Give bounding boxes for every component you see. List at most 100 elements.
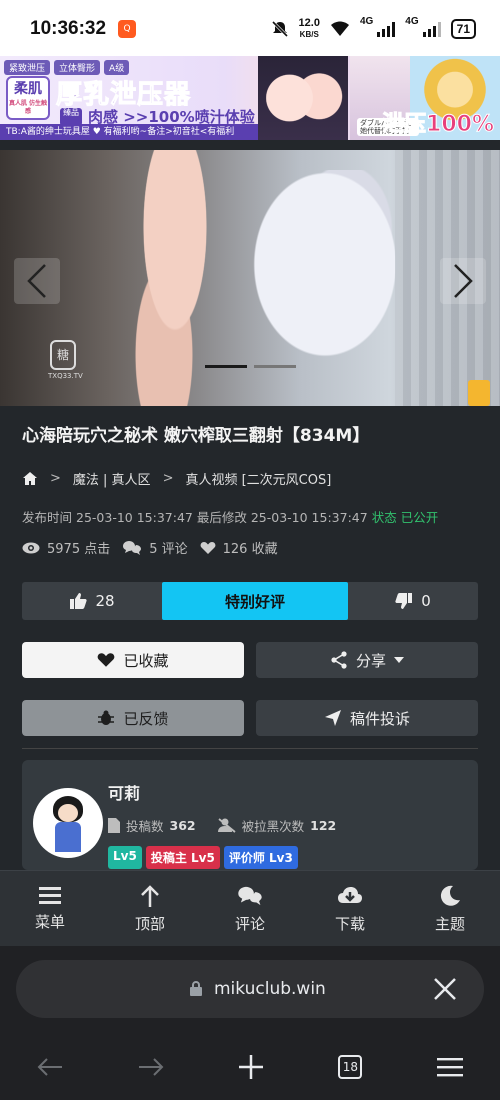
ad-badge: 臻品 xyxy=(60,107,82,126)
feedback-button-label: 已反馈 xyxy=(123,709,169,728)
divider xyxy=(22,748,478,749)
author-card: 可莉 投稿数 362 被拉黑次数 122 Lv5 投稿主 Lv5 评价师 Lv3 xyxy=(22,760,478,870)
caret-down-icon xyxy=(394,657,404,663)
author-stats: 投稿数 362 被拉黑次数 122 xyxy=(108,816,336,835)
lock-icon[interactable] xyxy=(190,981,202,996)
ad-image xyxy=(258,56,348,140)
app-notification-icon: Q xyxy=(118,20,136,38)
rating-label: 特别好评 xyxy=(162,582,348,620)
corner-logo xyxy=(468,380,490,406)
feedback-button[interactable]: 已反馈 xyxy=(22,700,244,736)
level-badge: Lv5 xyxy=(108,846,142,869)
media-carousel[interactable] xyxy=(0,150,500,406)
ad-banner[interactable]: 紧致泄压 立体臀形 A级 柔肌 真人肌 仿生触感 厚乳泄压器 臻品 肉感 >>10… xyxy=(0,56,500,140)
breadcrumb: > 魔法 | 真人区 > 真人视频 [二次元风COS] xyxy=(22,469,331,488)
post-meta: 发布时间 25-03-10 15:37:47 最后修改 25-03-10 15:… xyxy=(22,507,438,526)
tab-count-button[interactable]: 18 xyxy=(338,1055,363,1079)
report-button-label: 稿件投诉 xyxy=(349,709,410,728)
report-button[interactable]: 稿件投诉 xyxy=(256,700,478,736)
comments-count: 5 评论 xyxy=(149,542,188,557)
moon-icon xyxy=(440,885,460,906)
browser-nav: 18 xyxy=(0,1042,500,1092)
status-label: 状态 xyxy=(371,510,397,525)
file-icon xyxy=(108,818,120,833)
heart-icon xyxy=(98,653,115,667)
poster-badge: 投稿主 Lv5 xyxy=(145,846,220,869)
thumbs-up-icon xyxy=(70,593,88,609)
network-speed: 12.0 KB/S xyxy=(298,17,320,40)
nav-label: 主题 xyxy=(434,915,465,933)
url-text[interactable]: mikuclub.win xyxy=(214,979,326,999)
hamburger-menu-icon[interactable] xyxy=(436,1057,463,1077)
nav-label: 顶部 xyxy=(134,915,165,933)
share-button[interactable]: 分享 xyxy=(256,642,478,678)
reviewer-badge: 评价师 Lv3 xyxy=(223,846,298,869)
blocked-label: 被拉黑次数 xyxy=(241,819,305,834)
address-bar[interactable]: mikuclub.win xyxy=(16,960,484,1018)
thumbs-down-icon xyxy=(395,593,413,609)
posts-label: 投稿数 xyxy=(126,819,164,834)
ad-shop-line: TB:A酱的绅士玩具屋 ♥ 有福利哟~备注>初音社<有福利 xyxy=(0,124,260,140)
bug-icon xyxy=(98,710,115,725)
ad-soft-label: 柔肌 真人肌 仿生触感 xyxy=(6,76,50,120)
network-type-2: 4G xyxy=(405,16,419,27)
modified-label: 最后修改 xyxy=(196,510,247,525)
dislike-button[interactable]: 0 xyxy=(348,582,478,620)
carousel-prev-button[interactable] xyxy=(14,258,60,304)
nav-top[interactable]: 顶部 xyxy=(100,871,200,946)
status-bar: 10:36:32 Q 12.0 KB/S 4G 4G 71 xyxy=(0,0,500,56)
watermark-logo: 糖 xyxy=(50,340,76,370)
arrow-up-icon xyxy=(141,885,159,907)
breadcrumb-link-category[interactable]: 魔法 | 真人区 xyxy=(73,469,151,488)
watermark-text: TXQ33.TV xyxy=(48,372,83,380)
favorites-count: 126 收藏 xyxy=(222,542,278,557)
rating-bar: 28 特别好评 0 xyxy=(22,582,478,620)
user-block-icon xyxy=(217,818,236,833)
carousel-indicator[interactable] xyxy=(254,365,296,368)
ad-tag: 紧致泄压 xyxy=(4,60,51,75)
breadcrumb-link-subcategory[interactable]: 真人视频 [二次元风COS] xyxy=(185,469,331,488)
back-arrow-icon[interactable] xyxy=(37,1057,63,1077)
post-title: 心海陪玩穴之秘术 嫩穴榨取三翻射【834M】 xyxy=(22,426,370,446)
views-count: 5975 点击 xyxy=(47,542,111,557)
menu-icon xyxy=(39,887,61,904)
dislike-count: 0 xyxy=(421,592,431,610)
ad-tag: A级 xyxy=(104,60,130,75)
favorite-button-label: 已收藏 xyxy=(123,651,169,670)
nav-download[interactable]: 下载 xyxy=(300,871,400,946)
chevron-right-icon xyxy=(454,264,473,298)
like-button[interactable]: 28 xyxy=(22,582,162,620)
battery-icon: 71 xyxy=(450,19,476,39)
forward-arrow-icon[interactable] xyxy=(138,1057,164,1077)
nav-label: 评论 xyxy=(234,915,265,933)
signal-icon-2 xyxy=(422,21,441,37)
new-tab-plus-icon[interactable] xyxy=(238,1054,264,1080)
breadcrumb-separator: > xyxy=(50,471,61,486)
author-name[interactable]: 可莉 xyxy=(108,780,140,804)
nav-menu[interactable]: 菜单 xyxy=(0,871,100,946)
like-count: 28 xyxy=(95,592,115,610)
chevron-left-icon xyxy=(27,264,46,298)
site-bottom-nav: 菜单 顶部 评论 下载 主题 xyxy=(0,870,500,946)
breadcrumb-separator: > xyxy=(162,471,174,486)
ad-tag: 立体臀形 xyxy=(54,60,101,75)
mute-icon xyxy=(271,20,288,38)
nav-comments[interactable]: 评论 xyxy=(200,871,300,946)
eye-icon xyxy=(22,542,40,553)
avatar[interactable] xyxy=(33,788,103,858)
post-counts: 5975 点击 5 评论 126 收藏 xyxy=(22,538,282,557)
nav-theme[interactable]: 主题 xyxy=(400,871,500,946)
posts-count: 362 xyxy=(169,818,196,833)
clock: 10:36:32 xyxy=(30,18,107,39)
comments-icon xyxy=(123,540,142,555)
carousel-next-button[interactable] xyxy=(440,258,486,304)
carousel-indicator-active[interactable] xyxy=(205,365,247,368)
close-icon[interactable] xyxy=(431,975,459,1003)
home-icon[interactable] xyxy=(22,471,38,487)
favorite-button[interactable]: 已收藏 xyxy=(22,642,244,678)
share-icon xyxy=(331,651,347,669)
signal-icon-1 xyxy=(377,21,396,37)
published-date: 25-03-10 15:37:47 xyxy=(76,510,193,525)
ad-hundred-label: 泄压100% xyxy=(382,112,495,138)
status-value: 已公开 xyxy=(400,510,439,525)
